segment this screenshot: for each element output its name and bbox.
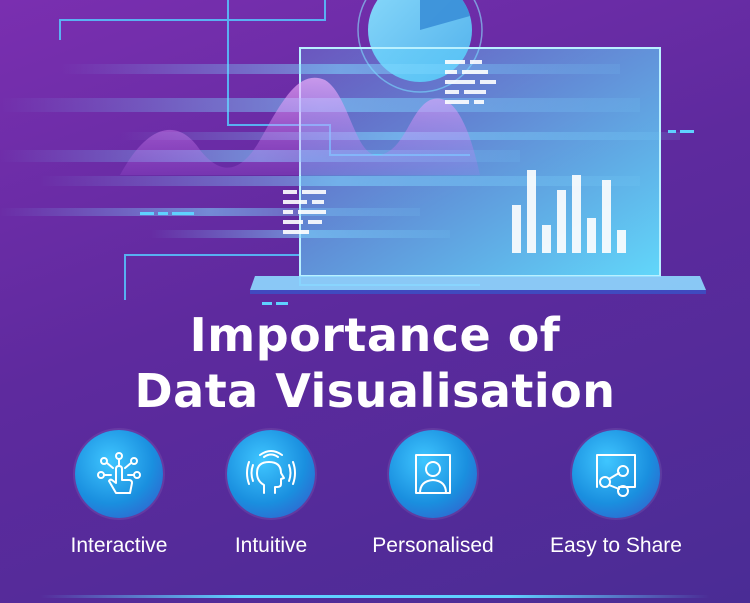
feature-label: Easy to Share — [550, 534, 682, 557]
head-signal-icon — [246, 450, 296, 494]
share-icon — [596, 454, 636, 497]
icon-circle — [572, 430, 660, 518]
feature-label: Intuitive — [234, 534, 308, 557]
icon-circle — [227, 430, 315, 518]
touch-network-icon — [97, 452, 141, 494]
feature-interactive: Interactive — [34, 430, 204, 558]
page-title-line-2: Data Visualisation — [134, 364, 616, 418]
feature-label: Personalised — [372, 534, 494, 557]
feature-personalised: Personalised — [348, 430, 518, 558]
feature-label: Interactive — [70, 534, 168, 557]
feature-easy-to-share: Easy to Share — [531, 430, 701, 558]
icon-circle — [75, 430, 163, 518]
feature-intuitive: Intuitive — [186, 430, 356, 558]
icon-circle — [389, 430, 477, 518]
bottom-divider — [40, 595, 710, 598]
hero-illustration — [0, 0, 706, 305]
user-profile-icon — [415, 454, 451, 494]
page-title-line-1: Importance of — [189, 308, 561, 362]
